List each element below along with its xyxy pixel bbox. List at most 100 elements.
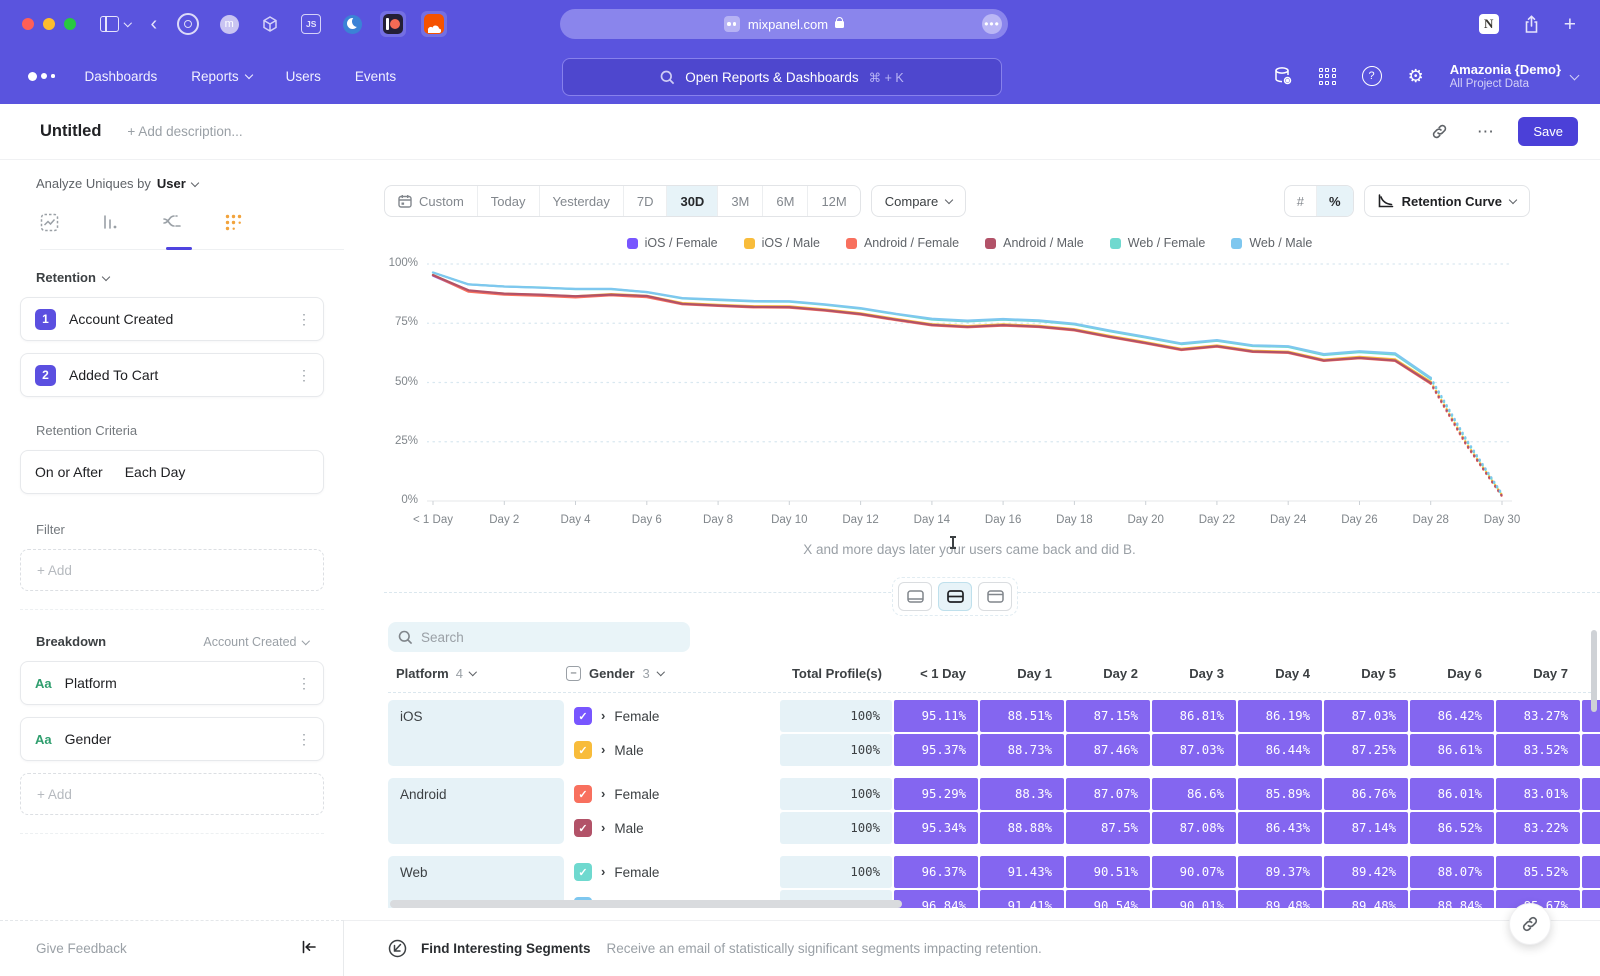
retention-value-cell[interactable]: 86.6%: [1152, 778, 1236, 810]
date-range-12m[interactable]: 12M: [807, 186, 859, 216]
vertical-scrollbar[interactable]: [1591, 630, 1597, 712]
retention-value-cell[interactable]: 96.84%: [894, 890, 978, 908]
retention-criteria-card[interactable]: On or After Each Day: [20, 450, 324, 494]
retention-value-cell[interactable]: 87.5%: [1066, 812, 1150, 844]
retention-value-cell[interactable]: 83.52%: [1496, 734, 1580, 766]
gender-cell[interactable]: ✓›Male: [566, 734, 778, 766]
day-column-header[interactable]: Day 3: [1152, 666, 1236, 681]
series-checkbox[interactable]: ✓: [574, 785, 592, 803]
date-range-yesterday[interactable]: Yesterday: [539, 186, 623, 216]
add-breakdown-button[interactable]: + Add: [20, 773, 324, 815]
nav-item-events[interactable]: Events: [355, 69, 396, 84]
back-button[interactable]: ‹: [151, 14, 158, 34]
copy-link-icon[interactable]: [1426, 119, 1452, 145]
retention-value-cell[interactable]: 87.14%: [1324, 812, 1408, 844]
avatar-extension-icon[interactable]: m: [216, 11, 242, 37]
chart-type-dropdown[interactable]: Retention Curve: [1364, 185, 1530, 217]
retention-value-cell[interactable]: 88.73%: [980, 734, 1064, 766]
window-controls[interactable]: [22, 18, 76, 30]
expand-chevron-icon[interactable]: ›: [601, 820, 605, 835]
retention-value-cell[interactable]: 89.48%: [1238, 890, 1322, 908]
retention-value-cell[interactable]: 87.07%: [1066, 778, 1150, 810]
retention-value-cell[interactable]: 86.52%: [1410, 812, 1494, 844]
report-title[interactable]: Untitled: [40, 122, 101, 141]
date-range-7d[interactable]: 7D: [623, 186, 667, 216]
platform-column-header[interactable]: Platform 4: [388, 666, 564, 681]
give-feedback-link[interactable]: Give Feedback: [36, 941, 127, 956]
legend-item[interactable]: Android / Female: [846, 236, 959, 250]
apps-grid-icon[interactable]: [1319, 68, 1336, 85]
retention-value-cell[interactable]: 89.42%: [1324, 856, 1408, 888]
kebab-menu-icon[interactable]: ⋮: [297, 731, 311, 748]
retention-value-cell[interactable]: 96.37%: [894, 856, 978, 888]
duckduckgo-extension-icon[interactable]: [339, 11, 365, 37]
retention-value-cell[interactable]: 88.3%: [980, 778, 1064, 810]
close-window-button[interactable]: [22, 18, 34, 30]
retention-value-cell[interactable]: 88.88%: [980, 812, 1064, 844]
retention-value-cell[interactable]: 90.51%: [1066, 856, 1150, 888]
retention-value-cell[interactable]: 86.42%: [1410, 700, 1494, 732]
analyze-value-dropdown[interactable]: User: [157, 176, 186, 191]
compare-button[interactable]: Compare: [871, 185, 966, 217]
legend-item[interactable]: Android / Male: [985, 236, 1084, 250]
patreon-extension-icon[interactable]: [380, 11, 406, 37]
browser-sidebar-icon[interactable]: [100, 16, 131, 32]
date-range-6m[interactable]: 6M: [762, 186, 807, 216]
criteria-each-day[interactable]: Each Day: [125, 464, 186, 480]
nav-item-dashboards[interactable]: Dashboards: [85, 69, 158, 84]
tab-flows[interactable]: [162, 213, 182, 237]
retention-value-cell[interactable]: 89.37%: [1238, 856, 1322, 888]
retention-step-card[interactable]: 2Added To Cart⋮: [20, 353, 324, 397]
retention-value-cell[interactable]: 83.22%: [1496, 812, 1580, 844]
day-column-header[interactable]: < 1 Day: [894, 666, 978, 681]
retention-value-cell[interactable]: 91.41%: [980, 890, 1064, 908]
js-extension-icon[interactable]: JS: [298, 11, 324, 37]
retention-value-cell[interactable]: 88.84%: [1410, 890, 1494, 908]
soundcloud-extension-icon[interactable]: [421, 11, 447, 37]
breakdown-card[interactable]: AaPlatform⋮: [20, 661, 324, 705]
series-checkbox[interactable]: ✓: [574, 863, 592, 881]
settings-gear-icon[interactable]: ⚙: [1408, 67, 1424, 85]
expand-chevron-icon[interactable]: ›: [601, 708, 605, 723]
series-checkbox[interactable]: ✓: [574, 819, 592, 837]
more-options-icon[interactable]: ⋯: [1472, 119, 1498, 145]
horizontal-scrollbar[interactable]: [390, 900, 902, 908]
minimize-window-button[interactable]: [43, 18, 55, 30]
password-extension-icon[interactable]: [175, 11, 201, 37]
help-icon[interactable]: ?: [1362, 66, 1382, 86]
retention-value-cell[interactable]: 86.61%: [1410, 734, 1494, 766]
retention-value-cell[interactable]: 91.43%: [980, 856, 1064, 888]
notion-icon[interactable]: N: [1479, 14, 1499, 34]
total-profiles-header[interactable]: Total Profile(s): [780, 666, 892, 681]
gender-column-header[interactable]: – Gender 3: [566, 666, 778, 681]
nav-item-users[interactable]: Users: [286, 69, 321, 84]
retention-value-cell[interactable]: 87.03%: [1324, 700, 1408, 732]
global-search-bar[interactable]: Open Reports & Dashboards ⌘ + K: [562, 58, 1002, 96]
legend-item[interactable]: Web / Male: [1231, 236, 1312, 250]
gender-cell[interactable]: ✓›Female: [566, 778, 778, 810]
retention-value-cell[interactable]: 86.43%: [1238, 812, 1322, 844]
retention-value-cell[interactable]: 95.29%: [894, 778, 978, 810]
day-column-header[interactable]: Day 4: [1238, 666, 1322, 681]
gender-cell[interactable]: ✓›Male: [566, 812, 778, 844]
indeterminate-checkbox[interactable]: –: [566, 666, 581, 681]
cube-extension-icon[interactable]: [257, 11, 283, 37]
series-checkbox[interactable]: ✓: [574, 707, 592, 725]
layout-split-button[interactable]: [938, 582, 972, 611]
kebab-menu-icon[interactable]: ⋮: [297, 675, 311, 692]
retention-value-cell[interactable]: 95.11%: [894, 700, 978, 732]
layout-chart-focus-button[interactable]: [898, 582, 932, 611]
legend-item[interactable]: iOS / Male: [744, 236, 820, 250]
retention-value-cell[interactable]: 87.46%: [1066, 734, 1150, 766]
retention-value-cell[interactable]: 86.44%: [1238, 734, 1322, 766]
gender-cell[interactable]: ✓›Female: [566, 700, 778, 732]
retention-value-cell[interactable]: 86.19%: [1238, 700, 1322, 732]
retention-value-cell[interactable]: 88.51%: [980, 700, 1064, 732]
address-bar[interactable]: mixpanel.com •••: [560, 9, 1008, 39]
share-link-fab[interactable]: [1509, 903, 1551, 945]
retention-value-cell[interactable]: 89.48%: [1324, 890, 1408, 908]
retention-value-cell[interactable]: 95.37%: [894, 734, 978, 766]
day-column-header[interactable]: Day 7: [1496, 666, 1580, 681]
retention-section-label[interactable]: Retention: [36, 270, 308, 285]
layout-table-focus-button[interactable]: [978, 582, 1012, 611]
